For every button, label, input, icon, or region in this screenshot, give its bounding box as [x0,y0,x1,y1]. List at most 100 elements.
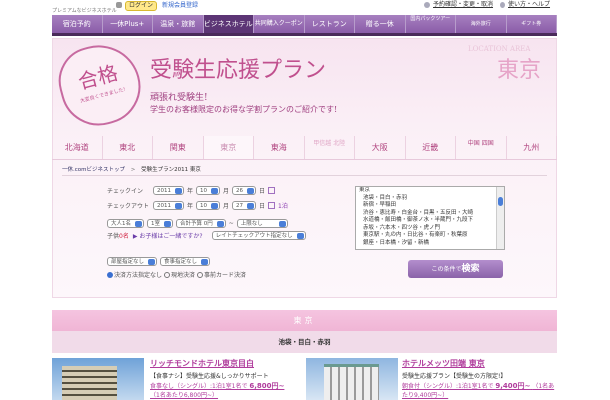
children-count: 0名 [119,233,129,240]
region-tab[interactable]: 甲信越 北陸 [305,136,355,159]
list-item[interactable]: 東京駅・丸の内・日比谷・有楽町・秋葉原 [359,232,494,240]
hotel-photo[interactable] [52,358,144,400]
list-header: 東京 [359,187,371,193]
hotel-name[interactable]: ホテルメッツ田端 東京 [402,358,557,369]
area-listbox[interactable]: 東京 池袋・目白・赤羽 新宿・早稲田 渋谷・恵比寿・白金台・目黒・五反田・大崎 … [355,186,505,250]
budget-max-select[interactable]: 上限なし [236,219,288,228]
radio[interactable] [164,271,171,278]
calendar-check-icon [424,2,430,8]
scrollbar[interactable] [496,187,504,249]
radio[interactable] [197,271,204,278]
calendar-icon[interactable] [268,202,276,209]
payment-option[interactable]: 決済方法指定なし [114,270,162,279]
region-tab[interactable]: 東北 [103,136,153,159]
region-tabs: 北海道 東北 関東 東京 東海 甲信越 北陸 大阪 近畿 中国 四国 九州 [52,136,557,160]
results-area-header: 池袋・目白・赤羽 [52,331,557,353]
help-icon [500,2,505,8]
tagline: プレミアムなビジネスホテル [52,8,117,14]
banner-description: 学生のお客様限定のお得な学割プランのご紹介です! [150,105,338,114]
breadcrumb-home[interactable]: 一休.comビジネストップ [62,167,125,173]
options-row: 部屋指定なし 食事指定なし [107,257,213,266]
unit: 月 [223,188,230,195]
nav-item[interactable]: 宿泊予約 [52,15,103,33]
nav-item[interactable]: 国内パックツアー [406,15,456,33]
unit: 年 [187,188,194,195]
hotel-name[interactable]: リッチモンドホテル東京目白 [150,358,300,369]
list-item[interactable]: 銀座・日本橋・汐留・新橋 [359,240,494,248]
radio-selected[interactable] [107,271,113,278]
payment-option[interactable]: 事前カード決済 [204,270,246,279]
budget-min-select[interactable]: 合計予算 0円 [176,219,226,228]
checkin-day-select[interactable]: 26 [232,186,257,195]
nights-count: 1泊 [278,203,288,210]
banner-subtitle: 頑張れ受験生! [150,93,208,103]
calendar-icon[interactable] [268,187,276,194]
adults-select[interactable]: 大人1名 [107,219,144,228]
banner-title: 受験生応援プラン [150,58,327,83]
top-bar: プレミアムなビジネスホテル ログイン 新規会員登録 予約確認・変更・取消 使い方… [0,0,610,14]
region-tab[interactable]: 中国 四国 [456,136,507,159]
nav-item[interactable]: 共同購入クーポン [254,15,305,33]
checkout-label: チェックアウト [107,203,150,210]
room-type-select[interactable]: 部屋指定なし [107,257,158,266]
nav-item[interactable]: 贈る一休 [355,15,406,33]
unit: 日 [259,188,266,195]
hotel-price-link[interactable]: 食事なし（シングル）:1泊1室1名で 6,800円~ （1名あたり6,800円~） [150,382,300,400]
search-label: 検索 [461,264,480,274]
hotel-plan: 受験生応援プラン【受験生の方限定!】 [402,373,507,380]
list-item[interactable]: 水道橋・飯田橋・御茶ノ水・半蔵門・九段下 [359,217,494,225]
list-item[interactable]: 池袋・目白・赤羽 [359,195,494,203]
search-prefix: この条件で [431,266,462,273]
nav-item[interactable]: 海外旅行 [456,15,507,33]
payment-option[interactable]: 現地決済 [171,270,195,279]
region-tab[interactable]: 関東 [153,136,204,159]
region-tab-active[interactable]: 東京 [203,136,254,159]
region-tab[interactable]: 大阪 [355,136,406,159]
reservation-link[interactable]: 予約確認・変更・取消 [433,1,493,9]
results-region-header: 東京 [52,310,557,331]
region-tab[interactable]: 北海道 [52,136,103,159]
checkout-day-select[interactable]: 27 [232,201,257,210]
register-link[interactable]: 新規会員登録 [162,2,198,10]
checkout-year-select[interactable]: 2011 [153,201,184,210]
nav-item[interactable]: レストラン [305,15,355,33]
hotel-photo[interactable] [306,358,398,400]
region-tab[interactable]: 九州 [507,136,557,159]
nav-item[interactable]: 温泉・旅館 [153,15,204,33]
hotel-plan: 【食事ナシ】受験生応援&しっかりサポート [150,373,269,380]
children-label: 子供 [107,233,120,240]
checkout-month-select[interactable]: 10 [196,201,221,210]
location-name: 東京 [497,58,542,83]
nav-item[interactable]: 一休Plus+ [103,15,153,33]
breadcrumb-current: 受験生プラン2011 東京 [141,167,201,173]
list-item[interactable]: 新宿・早稲田 [359,202,494,210]
user-icon [116,2,122,8]
unit: 日 [259,203,266,210]
search-button[interactable]: この条件で検索 [408,260,503,278]
login-button[interactable]: ログイン [125,1,158,11]
meal-select[interactable]: 食事指定なし [160,257,211,266]
nav-item[interactable]: ギフト券 [507,15,557,33]
hotel-card: ホテルメッツ田端 東京 受験生応援プラン【受験生の方限定!】 朝食付（シングル）… [402,358,557,400]
late-checkout-select[interactable]: レイトチェックアウト指定なし [211,231,306,240]
guests-row: 大人1名 1室 合計予算 0円 ~ 上限なし [107,219,291,228]
children-row: 子供 0名 ▶ お子様はご一緒ですか? レイトチェックアウト指定なし [107,231,309,240]
list-item[interactable]: 赤坂・六本木・四ツ谷・虎ノ門 [359,225,494,233]
hotel-price-link[interactable]: 朝食付（シングル）:1泊1室1名で 9,400円~ （1名あたり9,400円~） [402,382,557,400]
help-link[interactable]: 使い方・ヘルプ [508,1,550,9]
nav-item-active[interactable]: ビジネスホテル [203,15,254,33]
region-tab[interactable]: 東海 [254,136,305,159]
breadcrumb: 一休.comビジネストップ > 受験生プラン2011 東京 [62,165,547,176]
range-tilde: ~ [228,220,234,227]
region-tab[interactable]: 近畿 [406,136,456,159]
checkin-year-select[interactable]: 2011 [153,186,184,195]
hotel-card: リッチモンドホテル東京目白 【食事ナシ】受験生応援&しっかりサポート 食事なし（… [150,358,300,400]
checkin-label: チェックイン [107,188,144,195]
list-item[interactable]: 渋谷・恵比寿・白金台・目黒・五反田・大崎 [359,210,494,218]
unit: 月 [223,203,230,210]
children-link[interactable]: ▶ お子様はご一緒ですか? [133,231,203,240]
checkin-month-select[interactable]: 10 [196,186,221,195]
unit: 年 [187,203,194,210]
payment-row: 決済方法指定なし 現地決済 事前カード決済 [107,270,246,279]
rooms-select[interactable]: 1室 [147,219,173,228]
